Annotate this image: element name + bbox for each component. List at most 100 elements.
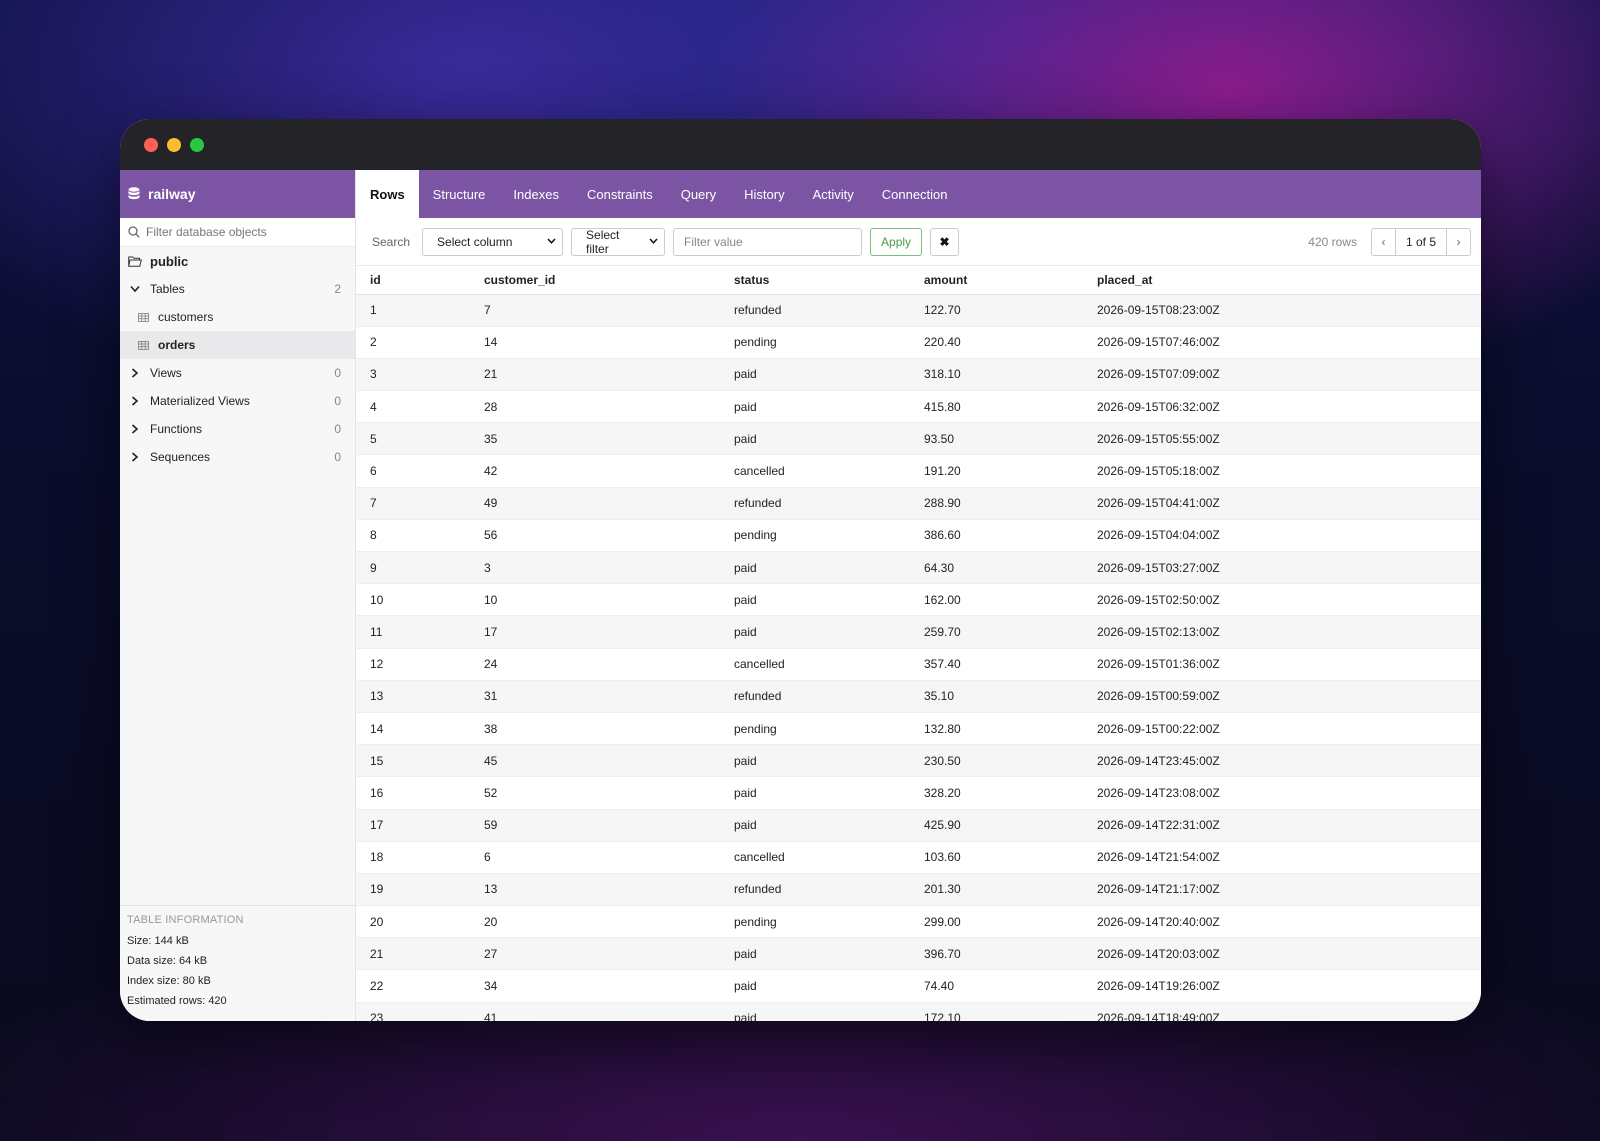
tab-structure[interactable]: Structure	[419, 170, 500, 218]
table-cell-amount[interactable]: 191.20	[910, 454, 1083, 488]
table-cell-amount[interactable]: 172.10	[910, 1002, 1083, 1021]
tab-history[interactable]: History	[730, 170, 798, 218]
prev-page-button[interactable]: ‹	[1371, 228, 1395, 255]
minimize-window-button[interactable]	[167, 137, 181, 152]
table-cell-id[interactable]: 20	[356, 905, 470, 939]
table-row[interactable]: 3 21 paid 318.10 2026-09-15T07:09:00Z	[356, 358, 1481, 392]
table-row[interactable]: 12 24 cancelled 357.40 2026-09-15T01:36:00Z	[356, 648, 1481, 681]
table-cell-amount[interactable]: 425.90	[910, 809, 1083, 842]
table-cell-status[interactable]: paid	[720, 937, 910, 971]
table-cell-id[interactable]: 17	[356, 809, 470, 842]
table-cell-id[interactable]: 19	[356, 873, 470, 907]
column-header-id[interactable]: id	[356, 266, 470, 295]
table-cell-status[interactable]: paid	[720, 422, 910, 456]
table-cell-id[interactable]: 4	[356, 390, 470, 424]
table-cell-id[interactable]: 13	[356, 680, 470, 713]
table-cell-amount[interactable]: 396.70	[910, 937, 1083, 971]
table-cell-placed-at[interactable]: 2026-09-15T08:23:00Z	[1083, 294, 1481, 327]
zoom-window-button[interactable]	[190, 137, 204, 152]
table-cell-status[interactable]: refunded	[720, 487, 910, 520]
filter-select[interactable]: Select filter	[571, 227, 666, 256]
table-row[interactable]: 15 45 paid 230.50 2026-09-14T23:45:00Z	[356, 744, 1481, 778]
table-cell-status[interactable]: refunded	[720, 873, 910, 907]
table-cell-customer-id[interactable]: 31	[470, 680, 720, 713]
tree-group-sequences[interactable]: Sequences 0	[120, 443, 355, 471]
table-cell-customer-id[interactable]: 41	[470, 1002, 720, 1021]
table-cell-placed-at[interactable]: 2026-09-15T02:50:00Z	[1083, 583, 1481, 617]
table-cell-amount[interactable]: 288.90	[910, 487, 1083, 520]
table-cell-id[interactable]: 11	[356, 615, 470, 649]
table-cell-status[interactable]: pending	[720, 905, 910, 939]
table-cell-id[interactable]: 15	[356, 744, 470, 778]
table-cell-customer-id[interactable]: 34	[470, 969, 720, 1003]
table-row[interactable]: 21 27 paid 396.70 2026-09-14T20:03:00Z	[356, 937, 1481, 971]
table-cell-amount[interactable]: 201.30	[910, 873, 1083, 907]
table-cell-placed-at[interactable]: 2026-09-14T23:45:00Z	[1083, 744, 1481, 778]
table-cell-amount[interactable]: 230.50	[910, 744, 1083, 778]
table-cell-placed-at[interactable]: 2026-09-15T07:46:00Z	[1083, 326, 1481, 359]
table-cell-amount[interactable]: 415.80	[910, 390, 1083, 424]
table-cell-status[interactable]: pending	[720, 326, 910, 359]
table-cell-customer-id[interactable]: 20	[470, 905, 720, 939]
table-row[interactable]: 14 38 pending 132.80 2026-09-15T00:22:00Z	[356, 712, 1481, 746]
table-cell-placed-at[interactable]: 2026-09-15T05:55:00Z	[1083, 422, 1481, 456]
table-cell-id[interactable]: 22	[356, 969, 470, 1003]
table-cell-status[interactable]: cancelled	[720, 454, 910, 488]
table-cell-status[interactable]: paid	[720, 969, 910, 1003]
table-row[interactable]: 22 34 paid 74.40 2026-09-14T19:26:00Z	[356, 969, 1481, 1003]
table-cell-id[interactable]: 6	[356, 454, 470, 488]
sidebar-item-customers[interactable]: customers	[120, 303, 355, 331]
table-cell-amount[interactable]: 74.40	[910, 969, 1083, 1003]
table-cell-status[interactable]: pending	[720, 519, 910, 553]
table-cell-placed-at[interactable]: 2026-09-14T20:03:00Z	[1083, 937, 1481, 971]
table-cell-id[interactable]: 21	[356, 937, 470, 971]
tree-group-materialized-views[interactable]: Materialized Views 0	[120, 387, 355, 415]
table-row[interactable]: 9 3 paid 64.30 2026-09-15T03:27:00Z	[356, 551, 1481, 585]
filter-value-input[interactable]	[673, 227, 863, 256]
table-cell-customer-id[interactable]: 6	[470, 841, 720, 874]
table-cell-customer-id[interactable]: 7	[470, 294, 720, 327]
table-row[interactable]: 4 28 paid 415.80 2026-09-15T06:32:00Z	[356, 390, 1481, 424]
tree-group-tables[interactable]: Tables 2	[120, 275, 355, 303]
table-cell-amount[interactable]: 103.60	[910, 841, 1083, 874]
table-cell-status[interactable]: cancelled	[720, 648, 910, 681]
table-cell-placed-at[interactable]: 2026-09-15T00:22:00Z	[1083, 712, 1481, 746]
table-cell-customer-id[interactable]: 38	[470, 712, 720, 746]
sidebar-item-orders[interactable]: orders	[120, 331, 355, 359]
table-cell-status[interactable]: paid	[720, 390, 910, 424]
table-cell-status[interactable]: paid	[720, 1002, 910, 1021]
apply-button[interactable]: Apply	[870, 227, 923, 256]
table-row[interactable]: 1 7 refunded 122.70 2026-09-15T08:23:00Z	[356, 294, 1481, 327]
table-cell-customer-id[interactable]: 10	[470, 583, 720, 617]
table-cell-customer-id[interactable]: 56	[470, 519, 720, 553]
table-row[interactable]: 19 13 refunded 201.30 2026-09-14T21:17:00Z	[356, 873, 1481, 907]
table-cell-id[interactable]: 23	[356, 1002, 470, 1021]
table-cell-amount[interactable]: 357.40	[910, 648, 1083, 681]
table-row[interactable]: 11 17 paid 259.70 2026-09-15T02:13:00Z	[356, 615, 1481, 649]
table-cell-id[interactable]: 8	[356, 519, 470, 553]
table-cell-id[interactable]: 10	[356, 583, 470, 617]
table-cell-id[interactable]: 9	[356, 551, 470, 585]
table-cell-amount[interactable]: 64.30	[910, 551, 1083, 585]
table-cell-placed-at[interactable]: 2026-09-14T18:49:00Z	[1083, 1002, 1481, 1021]
table-cell-placed-at[interactable]: 2026-09-15T07:09:00Z	[1083, 358, 1481, 392]
table-cell-status[interactable]: paid	[720, 551, 910, 585]
table-cell-status[interactable]: paid	[720, 776, 910, 810]
table-row[interactable]: 13 31 refunded 35.10 2026-09-15T00:59:00Z	[356, 680, 1481, 713]
table-cell-placed-at[interactable]: 2026-09-15T04:04:00Z	[1083, 519, 1481, 553]
table-cell-placed-at[interactable]: 2026-09-14T22:31:00Z	[1083, 809, 1481, 842]
table-cell-id[interactable]: 14	[356, 712, 470, 746]
column-header-status[interactable]: status	[720, 266, 910, 295]
table-cell-status[interactable]: refunded	[720, 680, 910, 713]
table-cell-placed-at[interactable]: 2026-09-14T19:26:00Z	[1083, 969, 1481, 1003]
table-cell-id[interactable]: 7	[356, 487, 470, 520]
table-cell-customer-id[interactable]: 21	[470, 358, 720, 392]
table-cell-placed-at[interactable]: 2026-09-15T03:27:00Z	[1083, 551, 1481, 585]
table-cell-id[interactable]: 2	[356, 326, 470, 359]
table-cell-status[interactable]: paid	[720, 583, 910, 617]
table-cell-status[interactable]: paid	[720, 615, 910, 649]
table-cell-amount[interactable]: 35.10	[910, 680, 1083, 713]
table-cell-amount[interactable]: 220.40	[910, 326, 1083, 359]
table-cell-amount[interactable]: 386.60	[910, 519, 1083, 553]
table-cell-placed-at[interactable]: 2026-09-15T05:18:00Z	[1083, 454, 1481, 488]
